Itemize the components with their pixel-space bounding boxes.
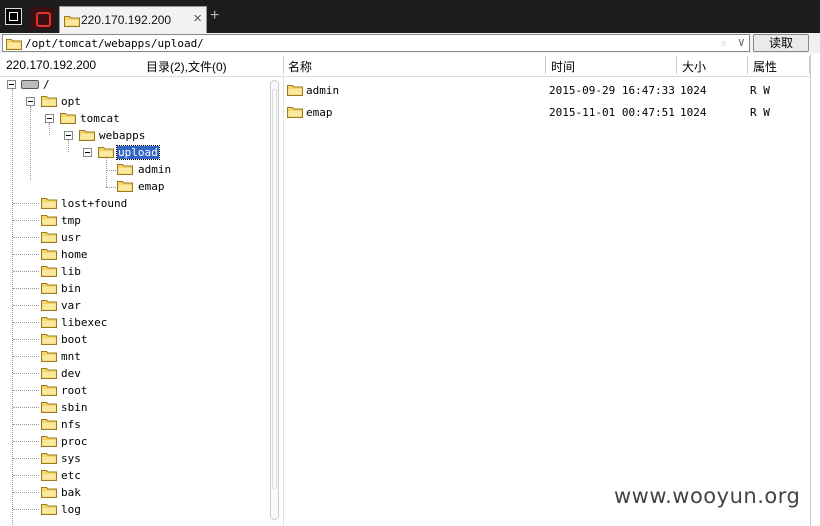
folder-icon [41, 249, 57, 260]
folder-icon [41, 436, 57, 447]
tree-item[interactable]: root [0, 383, 260, 399]
tree-item[interactable]: etc [0, 468, 260, 484]
collapse-icon[interactable] [64, 131, 73, 140]
tree-item-admin[interactable]: admin [0, 162, 260, 178]
collapse-icon[interactable] [26, 97, 35, 106]
read-button[interactable]: 读取 [753, 34, 809, 52]
folder-icon [41, 215, 57, 226]
folder-icon [41, 504, 57, 515]
file-name: admin [306, 84, 340, 97]
tree-scrollbar[interactable] [270, 80, 279, 520]
tree-item[interactable]: lib [0, 264, 260, 280]
tree-item[interactable]: var [0, 298, 260, 314]
tree-item[interactable]: sbin [0, 400, 260, 416]
folder-icon [41, 96, 57, 107]
folder-icon [41, 232, 57, 243]
tree-item-root[interactable]: / [0, 77, 260, 93]
tree-item[interactable]: dev [0, 366, 260, 382]
folder-icon [117, 164, 133, 175]
folder-icon [79, 130, 95, 141]
folder-icon [41, 198, 57, 209]
collapse-icon[interactable] [83, 148, 92, 157]
tab-host[interactable]: 220.170.192.200 × [59, 6, 207, 33]
column-header-attr[interactable]: 属性 [753, 58, 777, 75]
file-attr: R W [750, 84, 770, 97]
host-label: 220.170.192.200 [6, 58, 97, 72]
drive-icon [21, 80, 39, 89]
tree-item[interactable]: mnt [0, 349, 260, 365]
watermark: www.wooyun.org [614, 484, 801, 508]
folder-icon [287, 107, 303, 118]
folder-icon [41, 368, 57, 379]
column-header-time[interactable]: 时间 [551, 58, 575, 75]
tree-item[interactable]: sys [0, 451, 260, 467]
file-row[interactable]: emap 2015-11-01 00:47:51 1024 R W [285, 102, 810, 122]
tree-item[interactable]: lost+found [0, 196, 260, 212]
folder-icon [41, 419, 57, 430]
collapse-icon[interactable] [45, 114, 54, 123]
tree-item[interactable]: boot [0, 332, 260, 348]
bookmark-star-icon[interactable]: ☆ [720, 36, 727, 49]
folder-icon [41, 266, 57, 277]
tree-item[interactable]: tmp [0, 213, 260, 229]
folder-icon [41, 317, 57, 328]
window-menu-icon[interactable] [5, 8, 22, 25]
tree-item-opt[interactable]: opt [0, 94, 260, 110]
folder-icon [64, 16, 80, 27]
chevron-down-icon[interactable]: ∨ [738, 35, 745, 49]
folder-icon [41, 351, 57, 362]
dir-summary: 目录(2),文件(0) [146, 60, 227, 74]
file-time: 2015-09-29 16:47:33 [549, 84, 675, 97]
app-icon[interactable] [30, 7, 54, 29]
tree-item[interactable]: log [0, 502, 260, 518]
tree-item[interactable]: proc [0, 434, 260, 450]
pane-divider[interactable] [283, 77, 284, 526]
folder-icon [41, 300, 57, 311]
folder-icon [41, 385, 57, 396]
file-size: 1024 [680, 84, 707, 97]
add-tab-icon[interactable]: + [210, 7, 219, 25]
close-icon[interactable]: × [193, 10, 202, 27]
folder-icon [287, 85, 303, 96]
tree-item[interactable]: bak [0, 485, 260, 501]
folder-icon [117, 181, 133, 192]
tree-item[interactable]: libexec [0, 315, 260, 331]
folder-icon [60, 113, 76, 124]
path-text: /opt/tomcat/webapps/upload/ [25, 37, 204, 50]
collapse-icon[interactable] [7, 80, 16, 89]
tree-item[interactable]: bin [0, 281, 260, 297]
folder-icon [98, 147, 114, 158]
tab-bar: 220.170.192.200 × + [0, 0, 820, 33]
folder-icon [41, 283, 57, 294]
tree-item-tomcat[interactable]: tomcat [0, 111, 260, 127]
folder-icon [6, 39, 22, 50]
folder-icon [41, 470, 57, 481]
tree-item[interactable]: usr [0, 230, 260, 246]
file-time: 2015-11-01 00:47:51 [549, 106, 675, 119]
column-header-name[interactable]: 名称 [288, 58, 312, 75]
file-row[interactable]: admin 2015-09-29 16:47:33 1024 R W [285, 80, 810, 100]
folder-icon [41, 402, 57, 413]
path-input[interactable]: /opt/tomcat/webapps/upload/ ☆ ∨ [2, 34, 750, 52]
tree-item[interactable]: nfs [0, 417, 260, 433]
folder-icon [41, 334, 57, 345]
file-attr: R W [750, 106, 770, 119]
tree-item-emap[interactable]: emap [0, 179, 260, 195]
tab-title: 220.170.192.200 [81, 13, 172, 27]
tree-item-webapps[interactable]: webapps [0, 128, 260, 144]
address-bar: /opt/tomcat/webapps/upload/ ☆ ∨ 读取 [0, 33, 820, 53]
folder-icon [41, 487, 57, 498]
tree-item[interactable]: home [0, 247, 260, 263]
tree-item-upload[interactable]: upload [0, 145, 260, 161]
file-name: emap [306, 106, 333, 119]
file-size: 1024 [680, 106, 707, 119]
folder-icon [41, 453, 57, 464]
list-scrollbar[interactable] [810, 54, 820, 526]
header-row: 220.170.192.200 目录(2),文件(0) 名称 时间 大小 属性 [0, 54, 820, 77]
column-header-size[interactable]: 大小 [682, 58, 706, 75]
directory-tree: / opt tomcat webapps upload admin emap l… [0, 77, 268, 526]
